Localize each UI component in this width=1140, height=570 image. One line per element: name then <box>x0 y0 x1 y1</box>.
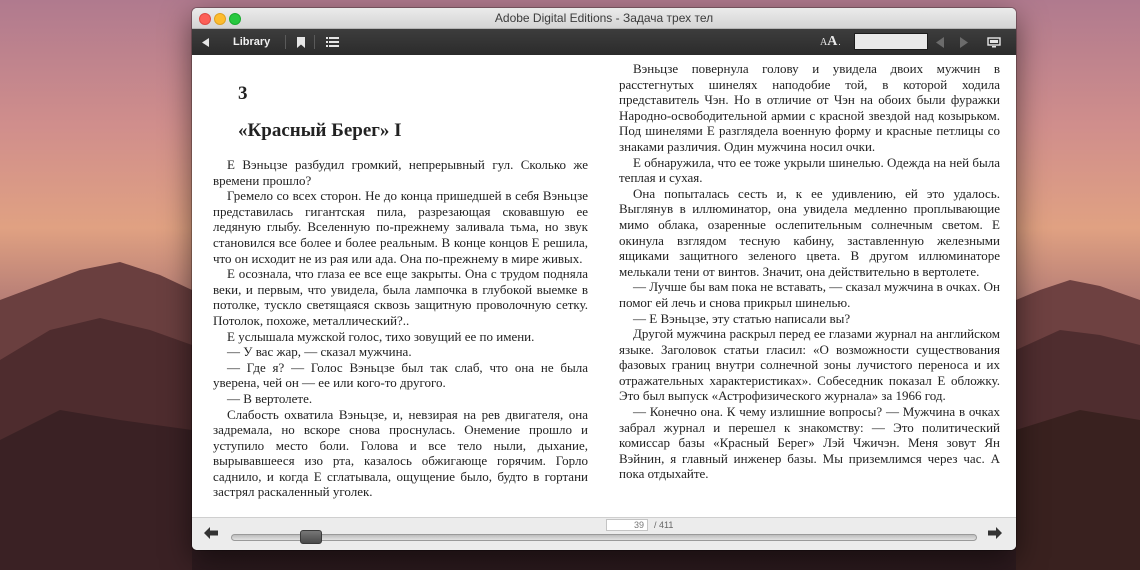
back-triangle-icon[interactable] <box>202 29 210 55</box>
chapter-number: 3 <box>238 83 248 104</box>
paragraph: Другой мужчина раскрыл перед ее глазами … <box>619 326 1000 404</box>
left-arrow-icon[interactable] <box>204 526 218 542</box>
total-pages: / 411 <box>654 520 674 530</box>
window-title: Adobe Digital Editions - Задача трех тел <box>494 11 714 25</box>
paragraph: Е обнаружила, что ее тоже укрыли шинелью… <box>619 154 1000 186</box>
paragraph: — Конечно она. К чему излишние вопросы? … <box>619 404 1000 482</box>
paragraph: — В вертолете. <box>227 390 313 406</box>
text-size-large-a: A <box>827 34 838 49</box>
page-slider-track[interactable] <box>231 534 977 541</box>
chapter-title: «Красный Берег» I <box>238 120 402 141</box>
paragraph: — У вас жар, — сказал мужчина. <box>227 344 412 360</box>
paragraph: Е осознала, что глаза ее все еще закрыты… <box>213 266 588 328</box>
list-icon[interactable] <box>326 29 339 55</box>
display-mode-icon[interactable] <box>987 29 1001 55</box>
bookmark-icon[interactable] <box>297 29 305 55</box>
title-bar: Adobe Digital Editions - Задача трех тел <box>192 8 1016 29</box>
paragraph: Слабость охватила Вэньцзе, и, невзирая н… <box>213 406 588 500</box>
current-page-field[interactable]: 39 <box>606 519 648 531</box>
paragraph: — Лучше бы вам пока не вставать, — сказа… <box>619 279 1000 310</box>
right-page: Вэньцзе повернула голову и увидела двоих… <box>619 61 1000 482</box>
page-slider-thumb[interactable] <box>299 530 322 544</box>
left-page: 3 «Красный Берег» I Е Вэньцзе разбудил г… <box>213 81 588 500</box>
paragraph: Е услышала мужской голос, тихо зовущий е… <box>227 328 535 344</box>
text-size-dot: . <box>838 37 841 47</box>
library-button[interactable]: Library <box>233 29 270 55</box>
toolbar-divider <box>314 35 315 49</box>
text-size-icon[interactable]: AA. <box>820 29 841 55</box>
paragraph: Вэньцзе повернула голову и увидела двоих… <box>619 61 1000 154</box>
next-arrow-icon[interactable] <box>960 29 968 55</box>
paragraph: — Е Вэньцзе, эту статью написали вы? <box>633 310 851 326</box>
paragraph: — Где я? — Голос Вэньцзе был так слаб, ч… <box>213 359 588 391</box>
app-window: Adobe Digital Editions - Задача трех тел… <box>192 8 1016 550</box>
reading-pane: 3 «Красный Берег» I Е Вэньцзе разбудил г… <box>192 55 1016 517</box>
right-arrow-icon[interactable] <box>988 526 1002 542</box>
paragraph: Е Вэньцзе разбудил громкий, непрерывный … <box>213 157 588 188</box>
text-size-small-a: A <box>820 36 828 48</box>
toolbar-divider <box>285 35 286 49</box>
page-navigation-bar: 39 / 411 <box>192 517 1016 550</box>
paragraph: Она попыталась сесть и, к ее удивлению, … <box>619 185 1000 279</box>
paragraph: Гремело со всех сторон. Не до конца приш… <box>213 188 588 266</box>
toolbar: Library AA. <box>192 29 1016 55</box>
prev-arrow-icon[interactable] <box>936 29 944 55</box>
search-input[interactable] <box>854 33 928 50</box>
